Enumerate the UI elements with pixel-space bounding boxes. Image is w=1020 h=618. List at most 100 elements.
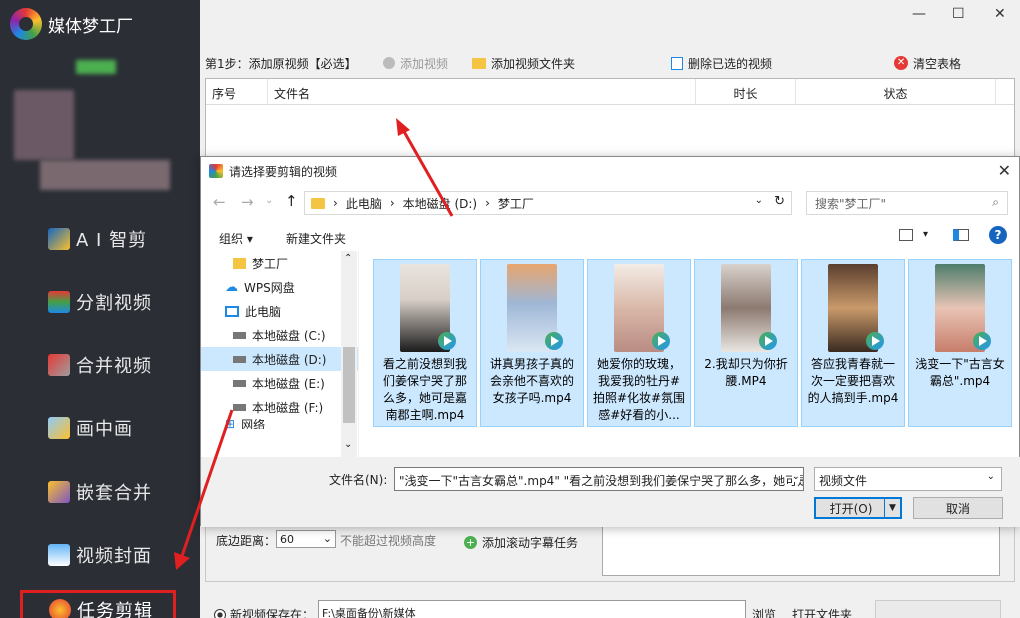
separator-icon: › <box>389 196 395 210</box>
drive-icon <box>233 403 246 411</box>
radio-icon <box>214 608 226 618</box>
save-label: 新视频保存在： <box>230 608 315 618</box>
breadcrumb-item[interactable]: 梦工厂 <box>498 195 534 212</box>
nav-tree: 梦工厂 ☁ WPS网盘 此电脑 本地磁盘 (C:) 本地磁盘 (D:) 本地磁盘… <box>201 251 359 457</box>
clear-table-button[interactable]: ✕ 清空表格 <box>890 52 965 74</box>
nav-label: 画中画 <box>76 419 133 440</box>
app-title: 媒体梦工厂 <box>48 16 133 37</box>
scroll-thumb[interactable] <box>343 347 355 423</box>
tree-item-drive-f[interactable]: 本地磁盘 (F:) <box>201 395 358 419</box>
bottom-distance-select[interactable]: 60 ⌄ <box>276 530 336 548</box>
view-chevron-icon[interactable]: ▾ <box>923 229 928 240</box>
cover-icon <box>48 544 70 566</box>
task-list-box[interactable] <box>602 526 1000 576</box>
dialog-titlebar: 请选择要剪辑的视频 <box>201 157 1019 185</box>
tree-item-network[interactable]: ⊞ 网络 <box>201 419 358 429</box>
tree-item-drive-d[interactable]: 本地磁盘 (D:) <box>201 347 358 371</box>
nav-split-video[interactable]: 分割视频 <box>48 289 152 315</box>
open-button-label: 打开(O) <box>829 501 873 516</box>
add-scroll-task-label: 添加滚动字幕任务 <box>482 536 579 550</box>
dialog-close-button[interactable]: ✕ <box>998 161 1011 180</box>
address-bar[interactable]: › 此电脑 › 本地磁盘 (D:) › 梦工厂 ⌄ ↻ <box>304 191 792 215</box>
nav-label: 分割视频 <box>76 293 152 314</box>
tree-item-this-pc[interactable]: 此电脑 <box>201 299 358 323</box>
open-folder-button[interactable]: 打开文件夹 <box>792 606 852 618</box>
start-button[interactable] <box>875 600 1001 618</box>
file-item[interactable]: 看之前没想到我们姜保宁哭了那么多，她可是嘉南郡主啊.mp4 <box>373 259 477 427</box>
nav-label: A I 智剪 <box>76 230 148 251</box>
minimize-button[interactable]: — <box>912 6 926 22</box>
view-icon[interactable] <box>899 229 913 241</box>
file-name: 讲真男孩子真的会亲他不喜欢的女孩子吗.mp4 <box>489 357 574 405</box>
forward-arrow-icon[interactable]: → <box>241 193 254 211</box>
app-icon <box>209 164 223 178</box>
clear-table-label: 清空表格 <box>913 56 962 71</box>
recent-chevron-icon[interactable]: ⌄ <box>265 195 273 206</box>
new-folder-button[interactable]: 新建文件夹 <box>286 230 346 247</box>
video-thumbnail <box>935 264 991 352</box>
tree-label: 本地磁盘 (C:) <box>252 328 326 343</box>
play-icon <box>866 332 884 350</box>
chevron-down-icon[interactable]: ⌄ <box>755 195 763 206</box>
back-arrow-icon[interactable]: ← <box>213 193 226 211</box>
plus-circle-icon: + <box>464 536 477 549</box>
organize-menu[interactable]: 组织 ▾ <box>219 230 253 247</box>
tree-item-mengongchang[interactable]: 梦工厂 <box>201 251 358 275</box>
help-icon[interactable]: ? <box>989 226 1007 244</box>
tree-item-wps[interactable]: ☁ WPS网盘 <box>201 275 358 299</box>
scroll-up-icon[interactable]: ⌃ <box>344 253 352 264</box>
bottom-distance-label: 底边距离： <box>216 534 277 548</box>
filetype-select[interactable]: 视频文件 ⌄ <box>814 467 1002 491</box>
organize-label: 组织 <box>219 232 244 246</box>
nav-picture-in-picture[interactable]: 画中画 <box>48 415 133 441</box>
add-scroll-task-button[interactable]: + 添加滚动字幕任务 <box>464 534 578 551</box>
save-path-input[interactable]: F:\桌面备份\新媒体 <box>318 600 746 618</box>
filename-input[interactable]: "浅变一下"古言女霸总".mp4" "看之前没想到我们姜保宁哭了那么多，她可是嘉… <box>394 467 804 491</box>
tree-scrollbar[interactable]: ⌃ ⌄ <box>341 251 357 457</box>
save-location-radio[interactable]: 新视频保存在： <box>214 606 314 618</box>
file-item[interactable]: 她爱你的玫瑰，我爱我的牡丹#拍照#化妆#氛围感#好看的小... <box>587 259 691 427</box>
nav-video-cover[interactable]: 视频封面 <box>48 542 152 568</box>
open-button[interactable]: 打开(O) ▼ <box>814 497 902 519</box>
nav-ai-cut[interactable]: A I 智剪 <box>48 226 147 252</box>
folder-icon <box>233 257 246 269</box>
preview-pane-icon[interactable] <box>953 229 969 241</box>
nav-nested-merge[interactable]: 嵌套合并 <box>48 479 152 505</box>
cancel-button[interactable]: 取消 <box>913 497 1003 519</box>
flower-icon <box>49 599 71 618</box>
maximize-button[interactable]: ☐ <box>952 6 965 22</box>
file-item[interactable]: 2.我却只为你折腰.MP4 <box>694 259 798 427</box>
video-table[interactable]: 序号 文件名 时长 状态 <box>205 78 1015 158</box>
open-dropdown-icon[interactable]: ▼ <box>884 499 900 517</box>
refresh-icon[interactable]: ↻ <box>774 194 785 209</box>
file-item[interactable]: 浅变一下"古言女霸总".mp4 <box>908 259 1012 427</box>
tree-item-drive-c[interactable]: 本地磁盘 (C:) <box>201 323 358 347</box>
bottom-distance-value: 60 <box>280 533 294 546</box>
nav-label: 合并视频 <box>76 356 152 377</box>
close-button[interactable]: ✕ <box>994 6 1006 22</box>
col-status: 状态 <box>796 79 996 104</box>
file-item[interactable]: 讲真男孩子真的会亲他不喜欢的女孩子吗.mp4 <box>480 259 584 427</box>
tree-item-drive-e[interactable]: 本地磁盘 (E:) <box>201 371 358 395</box>
scroll-down-icon[interactable]: ⌄ <box>344 439 352 450</box>
nav-task-edit[interactable]: 任务剪辑 <box>20 590 176 618</box>
plus-icon <box>383 57 395 69</box>
add-folder-button[interactable]: 添加视频文件夹 <box>468 52 579 74</box>
nav-merge-video[interactable]: 合并视频 <box>48 352 152 378</box>
delete-selected-button[interactable]: 删除已选的视频 <box>667 52 776 74</box>
app-logo: 媒体梦工厂 <box>10 8 133 40</box>
search-input[interactable]: 搜索"梦工厂" ⌕ <box>806 191 1008 215</box>
clear-icon: ✕ <box>894 56 909 70</box>
file-name: 浅变一下"古言女霸总".mp4 <box>915 357 1005 388</box>
chevron-down-icon: ⌄ <box>322 532 332 545</box>
file-open-dialog: 请选择要剪辑的视频 ✕ ← → ⌄ ↑ › 此电脑 › 本地磁盘 (D:) › … <box>200 156 1020 527</box>
nav-label: 视频封面 <box>76 546 152 567</box>
separator-icon: › <box>485 196 490 210</box>
browse-button[interactable]: 浏览 <box>752 606 776 618</box>
breadcrumb-item[interactable]: 此电脑 <box>346 195 382 212</box>
chevron-down-icon[interactable]: ⌄ <box>791 471 800 482</box>
add-video-button[interactable]: 添加视频 <box>379 52 452 74</box>
up-arrow-icon[interactable]: ↑ <box>285 192 298 210</box>
breadcrumb-item[interactable]: 本地磁盘 (D:) <box>403 195 477 212</box>
file-item[interactable]: 答应我青春就一次一定要把喜欢的人搞到手.mp4 <box>801 259 905 427</box>
